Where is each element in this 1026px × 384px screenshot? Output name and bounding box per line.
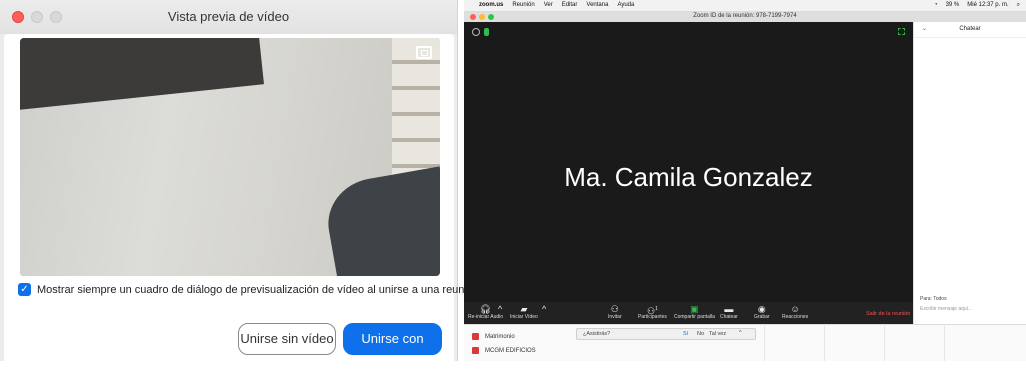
- invite-button[interactable]: ⚇ Invitar: [608, 304, 622, 320]
- divider: [764, 324, 765, 361]
- chat-panel: ⌄ Chatear Para: Todos Escribir mensaje a…: [913, 22, 1026, 324]
- rsvp-popup: ¿Asistirás? Sí No Tal vez ^: [576, 328, 756, 340]
- chat-bubble-icon: ▬: [724, 304, 734, 314]
- add-person-icon: ⚇: [610, 304, 619, 314]
- share-screen-label: Compartir pantalla: [674, 314, 715, 320]
- start-video-label: Iniciar Vídeo: [510, 314, 538, 320]
- record-icon: ◉: [757, 304, 766, 314]
- menu-editar[interactable]: Editar: [562, 2, 578, 8]
- meeting-window-titlebar: Zoom ID de la reunión: 978-7199-7974: [464, 12, 1026, 22]
- camera-preview: [20, 38, 440, 276]
- always-show-preview-checkbox[interactable]: ✓: [18, 283, 31, 296]
- meeting-toolbar: 🎧︎ Re-iniciar Audio ^ ▰ Iniciar Vídeo ^ …: [464, 302, 913, 324]
- share-screen-icon: ▣: [690, 304, 699, 314]
- rsvp-yes[interactable]: Sí: [683, 331, 688, 337]
- share-screen-button[interactable]: ▣ Compartir pantalla: [674, 304, 715, 320]
- encryption-shield-icon[interactable]: [484, 28, 489, 36]
- dialog-titlebar: Vista previa de vídeo: [0, 0, 457, 34]
- reactions-button[interactable]: ☺ Reacciones: [782, 304, 808, 320]
- participants-label: Participantes: [638, 314, 667, 320]
- chevron-up-icon[interactable]: ^: [739, 330, 742, 336]
- audio-options-chevron[interactable]: ^: [498, 304, 502, 314]
- list-item[interactable]: Matrimonio: [472, 333, 515, 340]
- chevron-up-icon: ^: [542, 304, 547, 314]
- meeting-info-icon[interactable]: [472, 28, 480, 36]
- rsvp-maybe[interactable]: Tal vez: [709, 331, 726, 337]
- dialog-panel: ✓ Mostrar siempre un cuadro de diálogo d…: [4, 34, 530, 376]
- chat-label: Chatear: [720, 314, 738, 320]
- menu-ventana[interactable]: Ventana: [586, 2, 608, 8]
- list-item-label: MCGM EDIFICIOS: [485, 347, 536, 354]
- reactions-label: Reacciones: [782, 314, 809, 320]
- rsvp-no[interactable]: No: [697, 331, 704, 337]
- menu-reunion[interactable]: Reunión: [512, 2, 534, 8]
- list-item[interactable]: MCGM EDIFICIOS: [472, 347, 536, 354]
- video-preview-dialog: Vista previa de vídeo ✓ Mostrar siempre …: [0, 0, 530, 376]
- camera-off-icon: ▰: [520, 304, 528, 314]
- record-label: Grabar: [754, 314, 770, 320]
- people-icon: ⚇1: [647, 306, 658, 316]
- zoom-meeting-screen: zoom.us Reunión Ver Editar Ventana Ayuda…: [464, 0, 1026, 361]
- join-without-video-button[interactable]: Unirse sin vídeo: [238, 323, 336, 355]
- leave-meeting-button[interactable]: Salir de la reunión: [866, 311, 910, 317]
- join-with-video-button[interactable]: Unirse con vídeo: [343, 323, 442, 376]
- chat-header: ⌄ Chatear: [914, 22, 1026, 38]
- divider: [824, 324, 825, 361]
- menu-ayuda[interactable]: Ayuda: [617, 2, 634, 8]
- chat-recipient[interactable]: Para: Todos: [920, 296, 947, 302]
- start-video-button[interactable]: ▰ Iniciar Vídeo: [510, 304, 538, 320]
- mac-menubar: zoom.us Reunión Ver Editar Ventana Ayuda…: [464, 0, 1026, 12]
- task-checkbox[interactable]: [472, 333, 479, 340]
- record-button[interactable]: ◉ Grabar: [754, 304, 770, 320]
- always-show-preview-label: Mostrar siempre un cuadro de diálogo de …: [37, 283, 530, 296]
- video-options-chevron[interactable]: ^: [542, 304, 546, 314]
- chevron-up-icon: ^: [498, 304, 503, 314]
- meeting-id-title: Zoom ID de la reunión: 978-7199-7974: [693, 13, 797, 19]
- dialog-title: Vista previa de vídeo: [167, 9, 290, 24]
- menubar-clock[interactable]: Mié 12:37 p. m.: [967, 2, 1008, 9]
- divider: [884, 324, 885, 361]
- participants-button[interactable]: ⚇1 Participantes: [638, 304, 667, 320]
- participants-count: 1: [655, 306, 658, 312]
- enter-fullscreen-icon[interactable]: [898, 28, 905, 35]
- video-area: Ma. Camila Gonzalez: [464, 22, 913, 324]
- invite-label: Invitar: [608, 314, 622, 320]
- spotlight-icon[interactable]: ⌕: [1017, 2, 1020, 9]
- chat-button[interactable]: ▬ Chatear: [720, 304, 738, 320]
- switch-camera-icon[interactable]: [416, 46, 432, 59]
- battery-percent[interactable]: 39 %: [946, 2, 960, 9]
- reaction-icon: ☺: [790, 304, 800, 314]
- wifi-icon[interactable]: ◔: [934, 2, 938, 9]
- menu-app[interactable]: zoom.us: [479, 2, 503, 8]
- task-checkbox[interactable]: [472, 347, 479, 354]
- preview-setting-row[interactable]: ✓ Mostrar siempre un cuadro de diálogo d…: [18, 283, 530, 296]
- participant-name: Ma. Camila Gonzalez: [564, 162, 813, 192]
- rejoin-audio-label: Re-iniciar Audio: [468, 314, 504, 320]
- rsvp-question: ¿Asistirás?: [583, 331, 611, 337]
- chat-title: Chatear: [959, 26, 981, 32]
- chat-message-input[interactable]: Escribir mensaje aquí...: [920, 306, 972, 312]
- menu-ver[interactable]: Ver: [544, 2, 553, 8]
- list-item-label: Matrimonio: [485, 333, 515, 340]
- divider: [944, 324, 945, 361]
